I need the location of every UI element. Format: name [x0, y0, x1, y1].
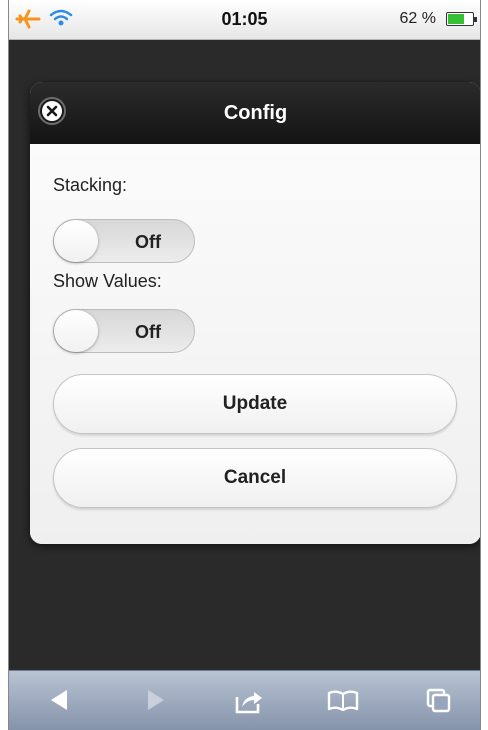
forward-icon[interactable]	[142, 687, 168, 713]
share-icon[interactable]	[234, 687, 264, 715]
dialog-title: Config	[223, 102, 288, 124]
update-button[interactable]: Update	[53, 374, 457, 434]
toggle-state: Off	[135, 322, 161, 342]
bookmarks-icon[interactable]	[327, 687, 359, 713]
config-dialog: Config Stacking: Off Show Values: Off Up…	[30, 82, 480, 544]
show-values-toggle[interactable]: Off	[53, 309, 195, 353]
battery-icon	[446, 12, 477, 26]
stacking-label: Stacking:	[53, 175, 128, 195]
battery-percent: 62 %	[399, 10, 436, 27]
stacking-toggle[interactable]: Off	[53, 219, 195, 263]
dialog-body: Stacking: Off Show Values: Off Update Ca…	[30, 144, 480, 544]
browser-toolbar	[9, 670, 480, 730]
dialog-header: Config	[30, 82, 480, 144]
phone-screen: 01:05 62 % Config Stacking: Off Show Val…	[8, 0, 481, 730]
status-bar: 01:05 62 %	[9, 0, 480, 40]
show-values-label: Show Values:	[53, 271, 162, 291]
toggle-state: Off	[135, 232, 161, 252]
cancel-button[interactable]: Cancel	[53, 448, 457, 508]
toggle-knob	[54, 220, 98, 262]
back-icon[interactable]	[47, 687, 73, 713]
tabs-icon[interactable]	[425, 687, 453, 715]
toggle-knob	[54, 310, 98, 352]
